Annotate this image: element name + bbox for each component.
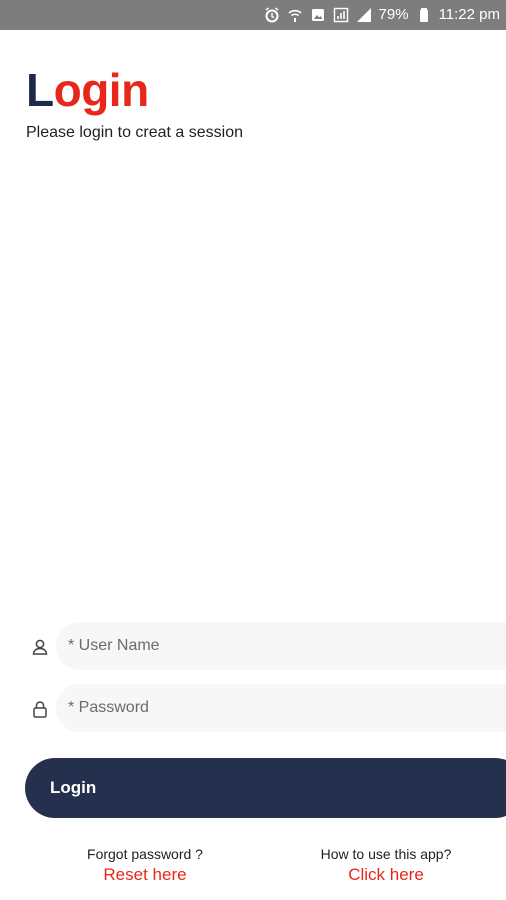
page-title-rest: ogin bbox=[53, 64, 150, 116]
wifi-icon bbox=[287, 7, 303, 23]
alarm-icon bbox=[264, 7, 280, 23]
signal-box-icon bbox=[333, 7, 349, 23]
forgot-password-label: Forgot password ? bbox=[87, 846, 203, 862]
username-row bbox=[0, 622, 506, 672]
forgot-password-section: Forgot password ? Reset here bbox=[55, 845, 235, 887]
username-field[interactable] bbox=[56, 622, 506, 670]
how-to-use-section: How to use this app? Click here bbox=[296, 845, 476, 887]
reset-here-link[interactable]: Reset here bbox=[55, 863, 235, 887]
signal-icon bbox=[356, 7, 372, 23]
photo-icon bbox=[310, 7, 326, 23]
password-field[interactable] bbox=[56, 684, 506, 732]
lock-icon bbox=[30, 699, 50, 719]
click-here-link[interactable]: Click here bbox=[296, 863, 476, 887]
page-title-first-letter: L bbox=[26, 64, 54, 116]
battery-icon bbox=[416, 7, 432, 23]
clock: 11:22 pm bbox=[438, 6, 500, 23]
page-title: Login bbox=[26, 62, 149, 118]
battery-percent: 79% bbox=[378, 6, 409, 23]
password-row bbox=[0, 684, 506, 734]
how-to-use-label: How to use this app? bbox=[320, 846, 452, 862]
login-button[interactable]: Login bbox=[25, 758, 506, 818]
status-bar: 79% 11:22 pm bbox=[0, 0, 506, 30]
page-subtitle: Please login to creat a session bbox=[26, 124, 244, 141]
user-icon bbox=[30, 637, 50, 657]
